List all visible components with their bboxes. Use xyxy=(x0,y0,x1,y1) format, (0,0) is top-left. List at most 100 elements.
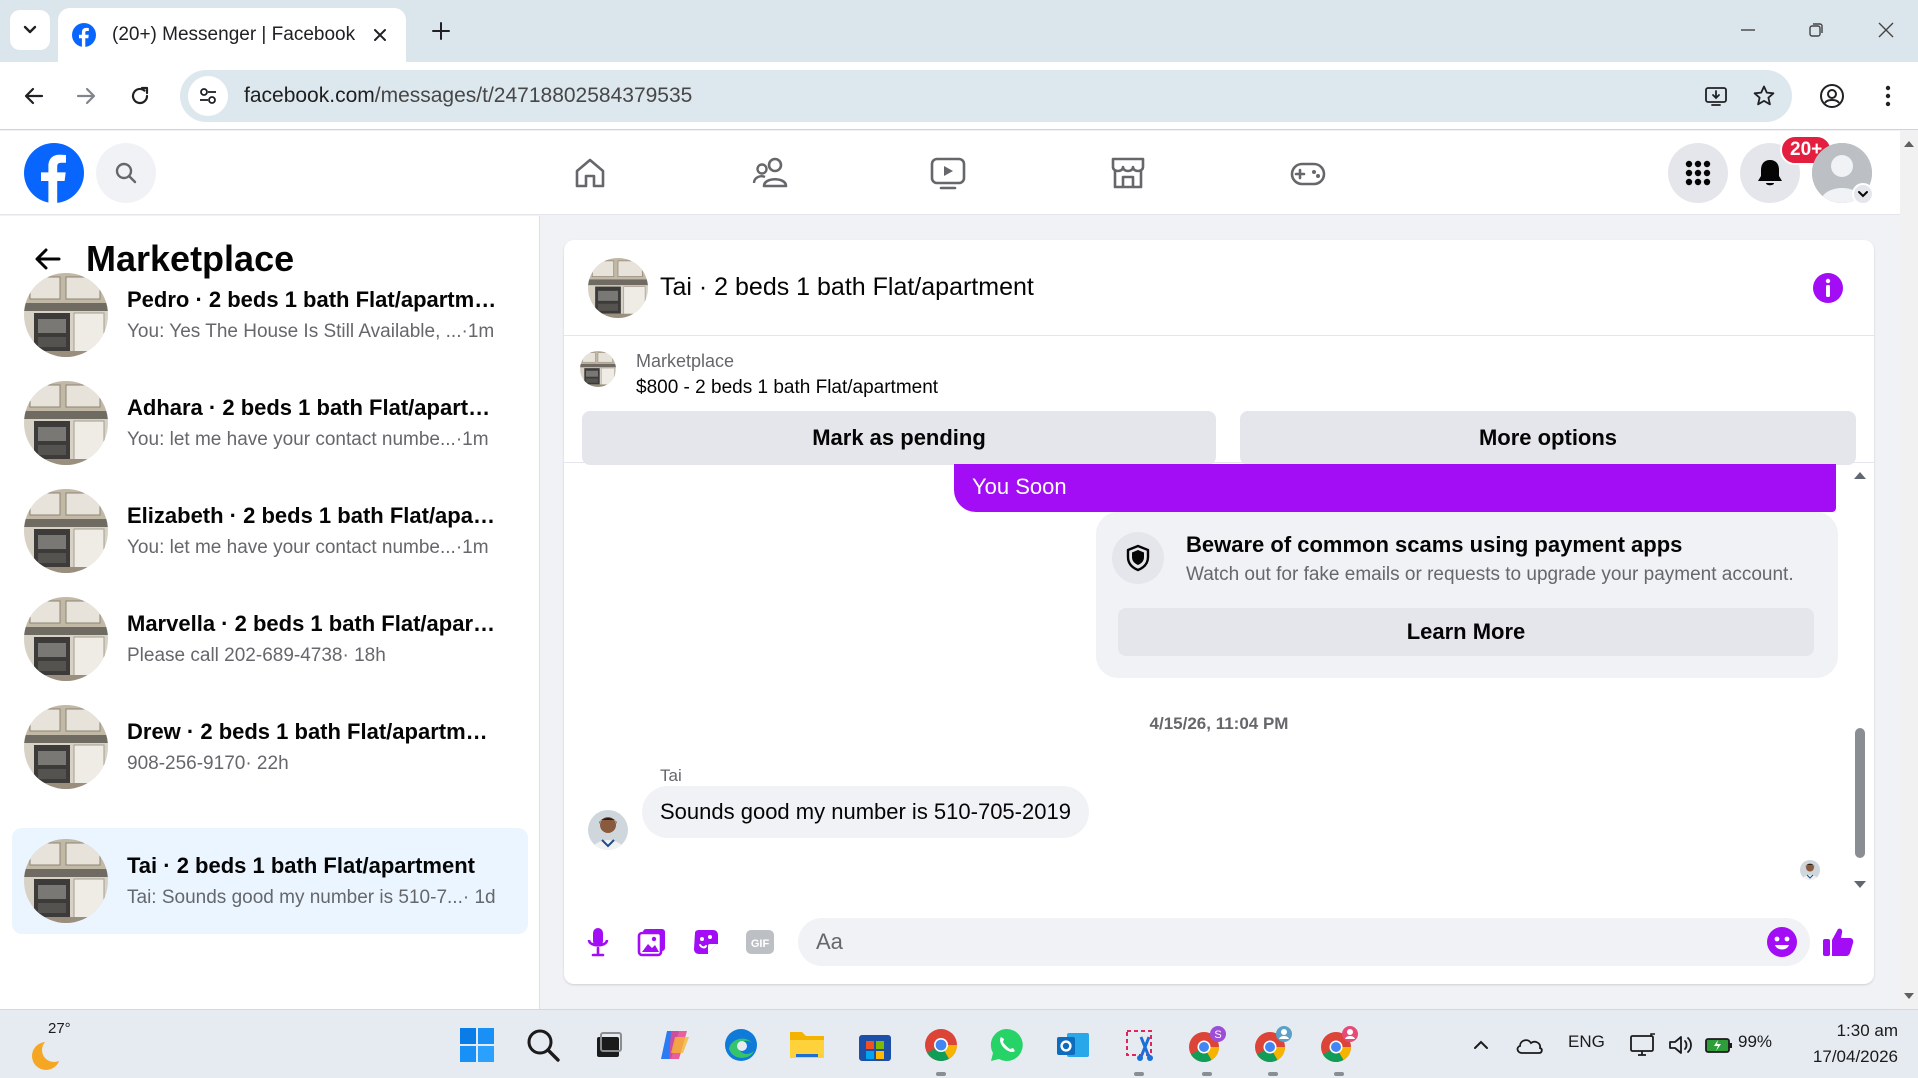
photo-icon xyxy=(637,929,665,957)
new-tab-button[interactable] xyxy=(424,14,458,48)
whatsapp-button[interactable] xyxy=(986,1024,1028,1066)
emoji-icon[interactable] xyxy=(1766,926,1798,958)
network-button[interactable] xyxy=(1622,1024,1664,1066)
voice-clip-button[interactable] xyxy=(578,922,618,962)
facebook-search-button[interactable] xyxy=(96,143,156,203)
site-info-button[interactable] xyxy=(188,76,228,116)
scroll-up-icon[interactable] xyxy=(1900,135,1918,153)
learn-more-button[interactable]: Learn More xyxy=(1118,608,1814,656)
store-button[interactable] xyxy=(854,1024,896,1066)
conversation-item[interactable]: Adhara · 2 beds 1 bath Flat/apartm... Yo… xyxy=(12,370,528,476)
snipping-tool-button[interactable] xyxy=(1120,1024,1162,1066)
volume-button[interactable] xyxy=(1660,1024,1702,1066)
listing-price[interactable]: $800 - 2 beds 1 bath Flat/apartment xyxy=(636,377,938,399)
edge-button[interactable] xyxy=(720,1024,762,1066)
minimize-button[interactable] xyxy=(1728,10,1768,50)
message-input[interactable]: Aa xyxy=(798,918,1810,966)
address-bar[interactable]: facebook.com/messages/t/2471880258437953… xyxy=(180,70,1792,122)
conversation-item[interactable]: Drew · 2 beds 1 bath Flat/apartment 908-… xyxy=(12,694,528,800)
page-scrollbar[interactable] xyxy=(1900,131,1918,1009)
copilot-button[interactable] xyxy=(654,1024,696,1066)
nav-video[interactable] xyxy=(926,151,970,195)
chrome-profile-3-button[interactable] xyxy=(1318,1024,1360,1066)
restore-button[interactable] xyxy=(1796,10,1836,50)
nav-marketplace[interactable] xyxy=(1106,151,1150,195)
info-icon[interactable] xyxy=(1812,272,1844,304)
chat-panel: Tai · 2 beds 1 bath Flat/apartment Marke… xyxy=(564,240,1874,984)
show-hidden-icons-button[interactable] xyxy=(1460,1024,1502,1066)
browser-toolbar: facebook.com/messages/t/2471880258437953… xyxy=(0,62,1918,130)
close-window-button[interactable] xyxy=(1866,10,1906,50)
outlook-button[interactable] xyxy=(1052,1024,1094,1066)
chrome-button[interactable] xyxy=(920,1024,962,1066)
conversation-item[interactable]: Pedro · 2 beds 1 bath Flat/apartment You… xyxy=(12,262,528,368)
listing-mini-thumbnail[interactable] xyxy=(580,351,616,387)
running-indicator xyxy=(936,1072,946,1076)
browser-menu-button[interactable] xyxy=(1868,76,1908,116)
conversation-item-active[interactable]: Tai · 2 beds 1 bath Flat/apartment Tai: … xyxy=(12,828,528,934)
chat-header: Tai · 2 beds 1 bath Flat/apartment xyxy=(564,240,1874,336)
running-indicator xyxy=(1268,1072,1278,1076)
chat-title[interactable]: Tai · 2 beds 1 bath Flat/apartment xyxy=(660,273,1034,302)
message-scrollbar[interactable] xyxy=(1852,468,1868,892)
chat-avatar[interactable] xyxy=(588,258,648,318)
scroll-down-icon[interactable] xyxy=(1900,987,1918,1005)
facebook-logo-icon[interactable] xyxy=(24,143,84,203)
conversation-preview: Please call 202-689-4738 xyxy=(127,645,343,666)
url-text[interactable]: facebook.com/messages/t/2471880258437953… xyxy=(244,84,1696,108)
task-view-button[interactable] xyxy=(588,1024,630,1066)
sender-avatar[interactable] xyxy=(588,810,628,850)
tab-search-button[interactable] xyxy=(10,10,50,50)
language-indicator[interactable]: ENG xyxy=(1568,1032,1605,1052)
attach-media-button[interactable] xyxy=(632,922,672,962)
nav-gaming[interactable] xyxy=(1286,151,1330,195)
more-options-button[interactable]: More options xyxy=(1240,411,1856,465)
scam-warning-card: Beware of common scams using payment app… xyxy=(1096,512,1838,678)
scroll-down-icon[interactable] xyxy=(1852,878,1868,892)
chrome-profile-icon xyxy=(1255,1026,1292,1063)
chrome-profile-s-button[interactable]: S xyxy=(1186,1024,1228,1066)
mark-as-pending-button[interactable]: Mark as pending xyxy=(582,411,1216,465)
gif-button[interactable]: GIF xyxy=(740,922,780,962)
install-app-button[interactable] xyxy=(1696,76,1736,116)
onedrive-button[interactable] xyxy=(1508,1024,1550,1066)
incoming-message-bubble[interactable]: Sounds good my number is 510-705-2019 xyxy=(642,786,1089,838)
tab-close-icon[interactable] xyxy=(368,23,392,47)
message-input-placeholder: Aa xyxy=(816,929,843,954)
reload-button[interactable] xyxy=(120,76,160,116)
outgoing-message-bubble[interactable]: You Soon xyxy=(954,464,1836,512)
nav-home[interactable] xyxy=(568,151,612,195)
forward-button[interactable] xyxy=(66,76,106,116)
chrome-profile-2-button[interactable] xyxy=(1252,1024,1294,1066)
outlook-icon xyxy=(1057,1033,1089,1057)
nav-friends[interactable] xyxy=(748,151,792,195)
start-button[interactable] xyxy=(456,1024,498,1066)
send-like-button[interactable] xyxy=(1818,922,1858,962)
account-chevron[interactable] xyxy=(1852,183,1874,205)
account-circle-icon xyxy=(1820,84,1844,108)
system-clock[interactable]: 1:30 am 17/04/2026 xyxy=(1790,1018,1898,1070)
profile-button[interactable] xyxy=(1812,76,1852,116)
grid-menu-icon xyxy=(1685,160,1711,186)
taskbar-search-button[interactable] xyxy=(522,1024,564,1066)
file-explorer-button[interactable] xyxy=(786,1024,828,1066)
conversation-item[interactable]: Elizabeth · 2 beds 1 bath Flat/apart... … xyxy=(12,478,528,584)
sticker-button[interactable] xyxy=(686,922,726,962)
conversation-item[interactable]: Marvella · 2 beds 1 bath Flat/apart... P… xyxy=(12,586,528,692)
back-button[interactable] xyxy=(14,76,54,116)
message-timestamp: 4/15/26, 11:04 PM xyxy=(1149,714,1289,733)
chevron-down-icon xyxy=(23,25,37,34)
menu-button[interactable] xyxy=(1668,143,1728,203)
listing-thumbnail xyxy=(24,381,108,465)
conversation-time: ·1m xyxy=(455,429,489,450)
scrollbar-thumb[interactable] xyxy=(1855,728,1865,858)
thumbs-up-icon xyxy=(1823,928,1854,956)
bookmark-button[interactable] xyxy=(1744,76,1784,116)
outgoing-message-text: You Soon xyxy=(972,474,1067,499)
battery-button[interactable] xyxy=(1698,1024,1740,1066)
scroll-up-icon[interactable] xyxy=(1852,468,1868,482)
browser-tab-active[interactable]: (20+) Messenger | Facebook xyxy=(58,8,406,62)
chrome-profile-icon xyxy=(1321,1026,1358,1063)
running-indicator xyxy=(1134,1072,1144,1076)
weather-widget[interactable]: 27° xyxy=(28,1020,98,1070)
